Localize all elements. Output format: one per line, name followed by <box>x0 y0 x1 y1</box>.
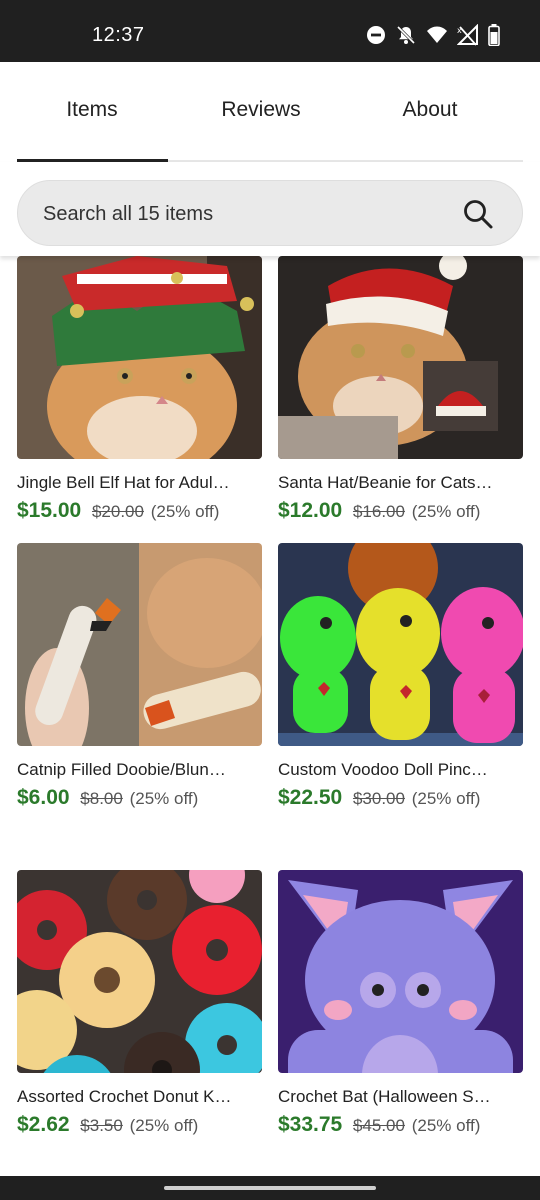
search-placeholder: Search all 15 items <box>43 203 214 225</box>
item-card-catnip-doobie[interactable]: Catnip Filled Doobie/Blun… $6.00 $8.00 (… <box>17 543 262 810</box>
tab-about[interactable]: About <box>346 98 514 122</box>
item-original-price: $45.00 <box>352 1116 405 1135</box>
no-signal-icon: x <box>457 24 479 46</box>
item-discount: (25% off) <box>129 789 199 808</box>
price-row: $12.00 $16.00 (25% off) <box>278 499 523 523</box>
item-card-donut-keychain[interactable]: Assorted Crochet Donut K… $2.62 $3.50 (2… <box>17 870 262 1137</box>
item-price: $15.00 <box>17 499 82 522</box>
search-area: Search all 15 items <box>0 162 540 256</box>
item-original-price: $3.50 <box>80 1116 123 1135</box>
item-image[interactable] <box>17 870 262 1073</box>
item-image[interactable] <box>278 256 523 459</box>
item-original-price: $30.00 <box>352 789 405 808</box>
price-row: $22.50 $30.00 (25% off) <box>278 786 523 810</box>
item-title: Jingle Bell Elf Hat for Adul… <box>17 473 230 492</box>
item-discount: (25% off) <box>411 502 481 521</box>
battery-icon <box>488 24 500 46</box>
svg-text:x: x <box>457 26 462 35</box>
item-discount: (25% off) <box>411 1116 481 1135</box>
item-price: $12.00 <box>278 499 343 522</box>
item-discount: (25% off) <box>129 1116 199 1135</box>
item-grid: Jingle Bell Elf Hat for Adul… $15.00 $20… <box>0 256 540 1176</box>
item-card-crochet-bat[interactable]: Crochet Bat (Halloween S… $33.75 $45.00 … <box>278 870 523 1137</box>
item-image[interactable] <box>17 256 262 459</box>
home-gesture-handle[interactable] <box>164 1186 376 1190</box>
price-row: $2.62 $3.50 (25% off) <box>17 1113 262 1137</box>
wifi-icon <box>426 26 448 44</box>
item-price: $6.00 <box>17 786 70 809</box>
shop-tabs: Items Reviews About <box>0 62 540 162</box>
item-card-voodoo-doll[interactable]: Custom Voodoo Doll Pinc… $22.50 $30.00 (… <box>278 543 523 810</box>
status-time: 12:37 <box>92 24 145 46</box>
item-discount: (25% off) <box>150 502 220 521</box>
item-price: $22.50 <box>278 786 343 809</box>
system-nav-bar <box>0 1176 540 1200</box>
search-icon[interactable] <box>462 198 494 235</box>
search-input[interactable]: Search all 15 items <box>17 180 523 246</box>
item-price: $2.62 <box>17 1113 70 1136</box>
item-title: Santa Hat/Beanie for Cats… <box>278 473 493 492</box>
item-price: $33.75 <box>278 1113 343 1136</box>
item-original-price: $20.00 <box>91 502 144 521</box>
item-image[interactable] <box>17 543 262 746</box>
tab-items[interactable]: Items <box>8 98 176 122</box>
item-title: Crochet Bat (Halloween S… <box>278 1087 491 1106</box>
item-title: Catnip Filled Doobie/Blun… <box>17 760 226 779</box>
item-image[interactable] <box>278 870 523 1073</box>
status-icons: x <box>366 24 500 46</box>
item-discount: (25% off) <box>411 789 481 808</box>
item-original-price: $8.00 <box>80 789 123 808</box>
status-bar: 12:37 x <box>0 0 540 62</box>
tab-reviews[interactable]: Reviews <box>177 98 345 122</box>
item-card-elf-hat[interactable]: Jingle Bell Elf Hat for Adul… $15.00 $20… <box>17 256 262 523</box>
do-not-disturb-icon <box>366 25 386 45</box>
price-row: $33.75 $45.00 (25% off) <box>278 1113 523 1137</box>
item-original-price: $16.00 <box>352 502 405 521</box>
price-row: $15.00 $20.00 (25% off) <box>17 499 262 523</box>
price-row: $6.00 $8.00 (25% off) <box>17 786 262 810</box>
item-image[interactable] <box>278 543 523 746</box>
item-title: Assorted Crochet Donut K… <box>17 1087 232 1106</box>
notifications-off-icon <box>395 24 417 46</box>
item-title: Custom Voodoo Doll Pinc… <box>278 760 488 779</box>
item-card-santa-hat[interactable]: Santa Hat/Beanie for Cats… $12.00 $16.00… <box>278 256 523 523</box>
